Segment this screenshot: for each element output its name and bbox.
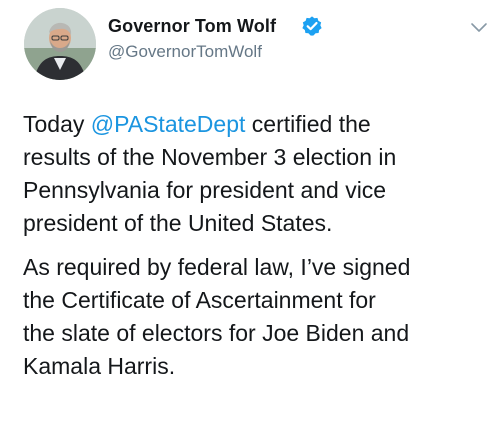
tweet-text: Today @PAStateDept certified the results… xyxy=(23,108,493,383)
tweet-text-segment: Today xyxy=(23,111,91,137)
tweet-line: Kamala Harris. xyxy=(23,353,176,379)
tweet-card: Governor Tom Wolf @GovernorTomWolf Today… xyxy=(0,0,500,438)
tweet-line: Pennsylvania for president and vice xyxy=(23,177,387,203)
mention-link[interactable]: @PAStateDept xyxy=(91,111,246,137)
profile-photo-icon xyxy=(24,8,96,80)
tweet-paragraph-1: Today @PAStateDept certified the results… xyxy=(23,108,493,240)
tweet-paragraph-2: As required by federal law, I’ve signed … xyxy=(23,251,493,383)
author-handle[interactable]: @GovernorTomWolf xyxy=(108,42,262,62)
avatar[interactable] xyxy=(24,8,96,80)
tweet-line: Today @PAStateDept certified the xyxy=(23,108,493,141)
tweet-line: As required by federal law, I’ve signed xyxy=(23,254,411,280)
chevron-down-icon[interactable] xyxy=(470,22,488,34)
tweet-line: results of the November 3 election in xyxy=(23,144,397,170)
tweet-text-segment: certified the xyxy=(245,111,371,137)
tweet-line: president of the United States. xyxy=(23,210,333,236)
author-display-name[interactable]: Governor Tom Wolf xyxy=(108,16,276,37)
verified-badge-icon xyxy=(302,16,322,36)
tweet-line: the Certificate of Ascertainment for xyxy=(23,287,376,313)
tweet-line: the slate of electors for Joe Biden and xyxy=(23,320,410,346)
